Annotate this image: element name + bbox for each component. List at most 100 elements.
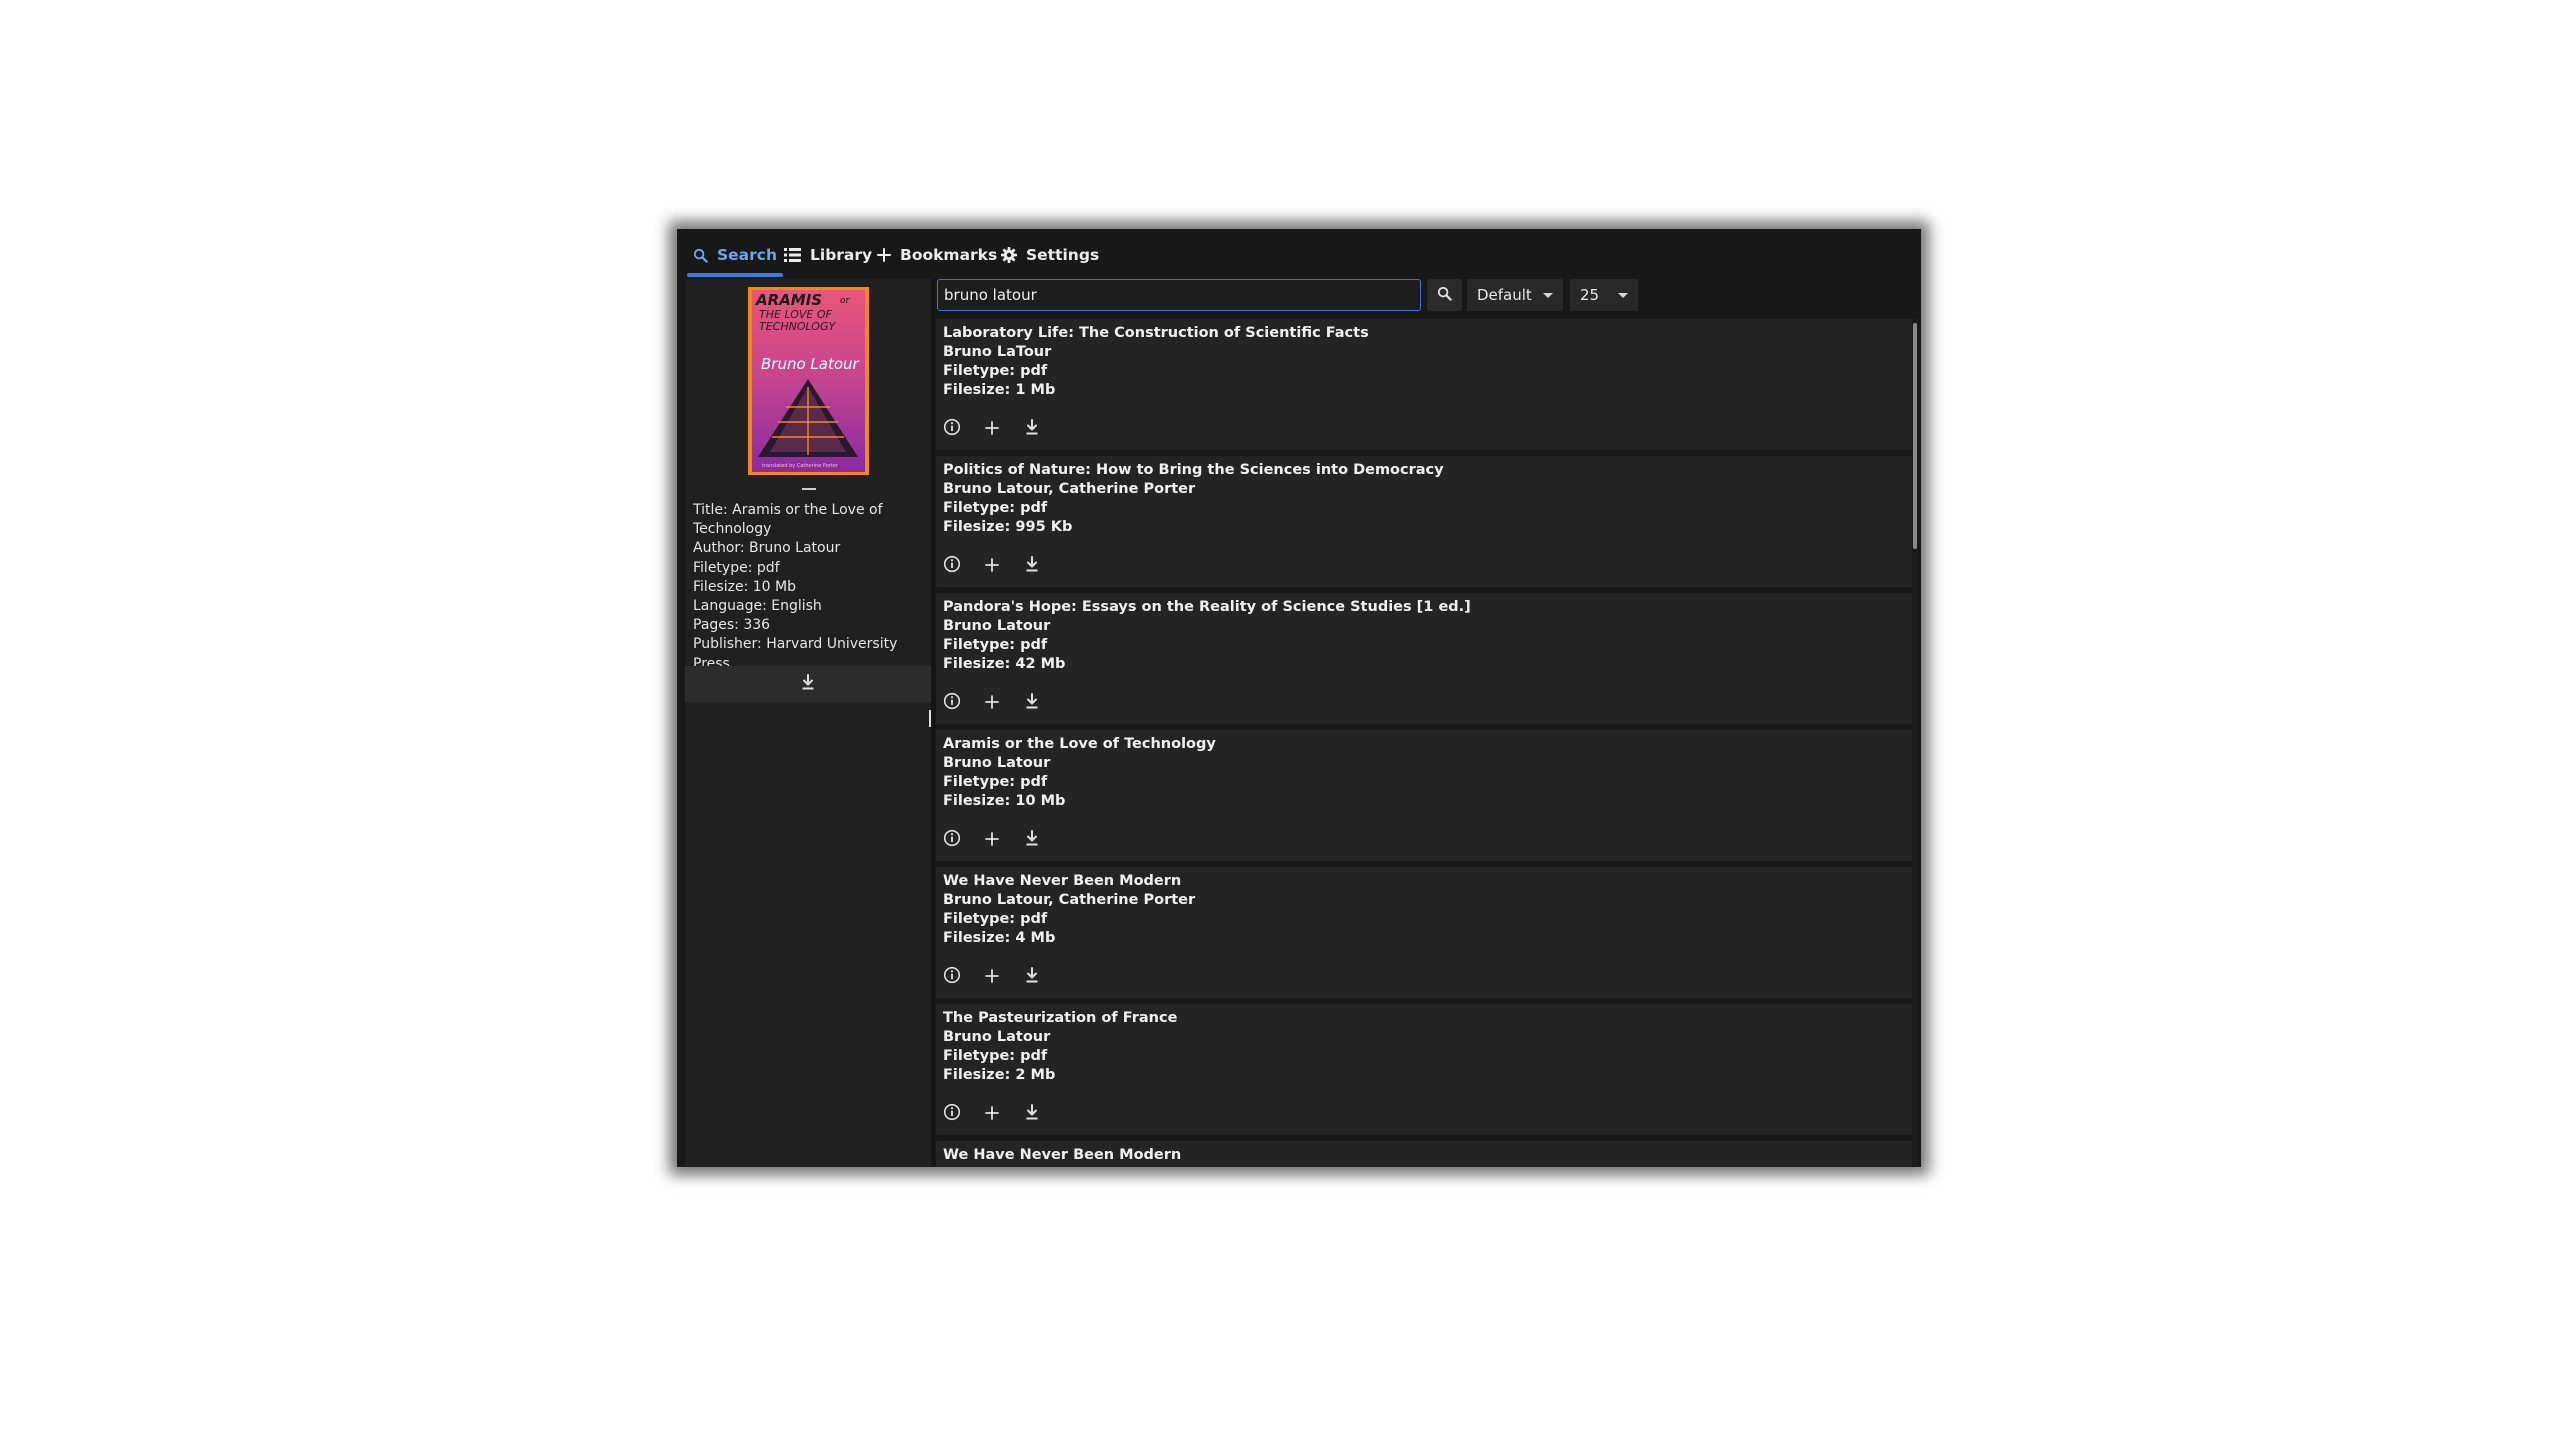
add-to-library-button[interactable] — [982, 419, 1002, 439]
result-title: Politics of Nature: How to Bring the Sci… — [943, 462, 1444, 478]
info-button[interactable] — [942, 692, 962, 714]
result-filesize: Filesize: 1 Mb — [943, 382, 1056, 398]
result-title: Pandora's Hope: Essays on the Reality of… — [943, 599, 1471, 615]
add-to-library-button[interactable] — [982, 1104, 1002, 1124]
tab-bookmarks[interactable]: Bookmarks — [877, 235, 997, 275]
result-actions — [942, 1103, 1042, 1125]
tab-library[interactable]: Library — [784, 235, 872, 275]
tab-label: Library — [810, 246, 873, 264]
plus-icon — [985, 968, 999, 987]
result-author: Bruno LaTour — [943, 344, 1052, 360]
add-to-library-button[interactable] — [982, 556, 1002, 576]
result-filesize: Filesize: 4 Mb — [943, 930, 1056, 946]
result-title: Aramis or the Love of Technology — [943, 736, 1216, 752]
result-item[interactable]: Laboratory Life: The Construction of Sci… — [936, 319, 1914, 450]
result-item[interactable]: Politics of Nature: How to Bring the Sci… — [936, 456, 1914, 587]
add-to-library-button[interactable] — [982, 967, 1002, 987]
info-button[interactable] — [942, 555, 962, 576]
book-detail-panel: ARAMIS or THE LOVE OF TECHNOLOGY Bruno L… — [685, 279, 931, 1167]
result-title: Laboratory Life: The Construction of Sci… — [943, 325, 1369, 341]
book-metadata: Title: Aramis or the Love of Technology … — [693, 501, 921, 674]
info-button[interactable] — [942, 1103, 962, 1125]
info-icon — [943, 829, 961, 851]
tab-label: Search — [717, 246, 778, 264]
search-input[interactable] — [937, 279, 1421, 311]
plus-icon — [985, 694, 999, 713]
result-filesize: Filesize: 42 Mb — [943, 656, 1066, 672]
plus-icon — [985, 831, 999, 850]
resize-handle[interactable] — [929, 710, 931, 727]
result-author: Bruno Latour, Catherine Porter — [943, 481, 1196, 497]
svg-text:or: or — [840, 296, 850, 306]
meta-author: Author: Bruno Latour — [693, 540, 841, 557]
download-icon — [1025, 830, 1039, 850]
plus-icon — [877, 248, 891, 262]
download-button[interactable] — [1022, 693, 1042, 713]
chevron-down-icon — [1543, 293, 1553, 298]
result-author: Bruno Latour — [943, 1029, 1051, 1045]
result-filetype: Filetype: pdf — [943, 774, 1048, 790]
result-item[interactable]: We Have Never Been Modern — [936, 1141, 1914, 1167]
gear-icon — [1001, 247, 1017, 263]
search-button[interactable] — [1427, 279, 1462, 311]
result-filetype: Filetype: pdf — [943, 1048, 1048, 1064]
result-item[interactable]: We Have Never Been Modern Bruno Latour, … — [936, 867, 1914, 998]
info-button[interactable] — [942, 829, 962, 851]
results-count-select[interactable]: 25 — [1570, 279, 1638, 311]
book-cover: ARAMIS or THE LOVE OF TECHNOLOGY Bruno L… — [748, 287, 869, 475]
download-button[interactable] — [1022, 830, 1042, 850]
count-select-value: 25 — [1580, 286, 1600, 304]
meta-title: Title: Aramis or the Love of Technology — [693, 502, 883, 538]
cover-splitter[interactable] — [802, 488, 816, 490]
result-item[interactable]: Pandora's Hope: Essays on the Reality of… — [936, 593, 1914, 724]
download-icon — [1025, 556, 1039, 576]
search-icon — [693, 248, 708, 263]
info-button[interactable] — [942, 966, 962, 987]
download-button[interactable] — [1022, 556, 1042, 576]
info-button[interactable] — [942, 418, 962, 440]
meta-language: Language: English — [693, 598, 822, 615]
info-icon — [943, 1103, 961, 1125]
result-filetype: Filetype: pdf — [943, 911, 1048, 927]
download-icon — [1025, 1104, 1039, 1124]
result-filesize: Filesize: 995 Kb — [943, 519, 1073, 535]
result-item[interactable]: The Pasteurization of France Bruno Latou… — [936, 1004, 1914, 1135]
download-button[interactable] — [1022, 967, 1042, 987]
meta-filesize: Filesize: 10 Mb — [693, 578, 796, 595]
result-actions — [942, 555, 1042, 576]
results-list: Laboratory Life: The Construction of Sci… — [936, 319, 1921, 1167]
tab-settings[interactable]: Settings — [1001, 235, 1099, 275]
result-title: We Have Never Been Modern — [943, 873, 1182, 889]
svg-text:translated by Catherine Porter: translated by Catherine Porter — [762, 463, 839, 469]
result-actions — [942, 418, 1042, 440]
result-item[interactable]: Aramis or the Love of Technology Bruno L… — [936, 730, 1914, 861]
tab-search[interactable]: Search — [686, 235, 784, 277]
add-to-library-button[interactable] — [982, 693, 1002, 713]
search-icon — [1437, 286, 1452, 305]
plus-icon — [985, 557, 999, 576]
download-icon — [801, 674, 815, 694]
result-title: We Have Never Been Modern — [943, 1147, 1182, 1163]
download-button[interactable] — [685, 666, 931, 702]
result-title: The Pasteurization of France — [943, 1010, 1178, 1026]
result-actions — [942, 829, 1042, 851]
info-icon — [943, 692, 961, 714]
result-author: Bruno Latour — [943, 618, 1051, 634]
meta-pages: Pages: 336 — [693, 617, 771, 634]
tab-bar: Search Library Bookmarks Settings — [677, 229, 1921, 279]
result-filesize: Filesize: 2 Mb — [943, 1067, 1056, 1083]
download-button[interactable] — [1022, 419, 1042, 439]
cover-title: ARAMIS — [755, 291, 822, 309]
add-to-library-button[interactable] — [982, 830, 1002, 850]
scrollbar-thumb[interactable] — [1913, 323, 1917, 549]
svg-text:TECHNOLOGY: TECHNOLOGY — [759, 320, 836, 333]
download-icon — [1025, 967, 1039, 987]
download-button[interactable] — [1022, 1104, 1042, 1124]
chevron-down-icon — [1618, 293, 1628, 298]
info-icon — [943, 418, 961, 440]
list-icon — [784, 248, 801, 262]
download-icon — [1025, 693, 1039, 713]
result-author: Bruno Latour, Catherine Porter — [943, 892, 1196, 908]
sort-select[interactable]: Default — [1467, 279, 1563, 311]
download-icon — [1025, 419, 1039, 439]
